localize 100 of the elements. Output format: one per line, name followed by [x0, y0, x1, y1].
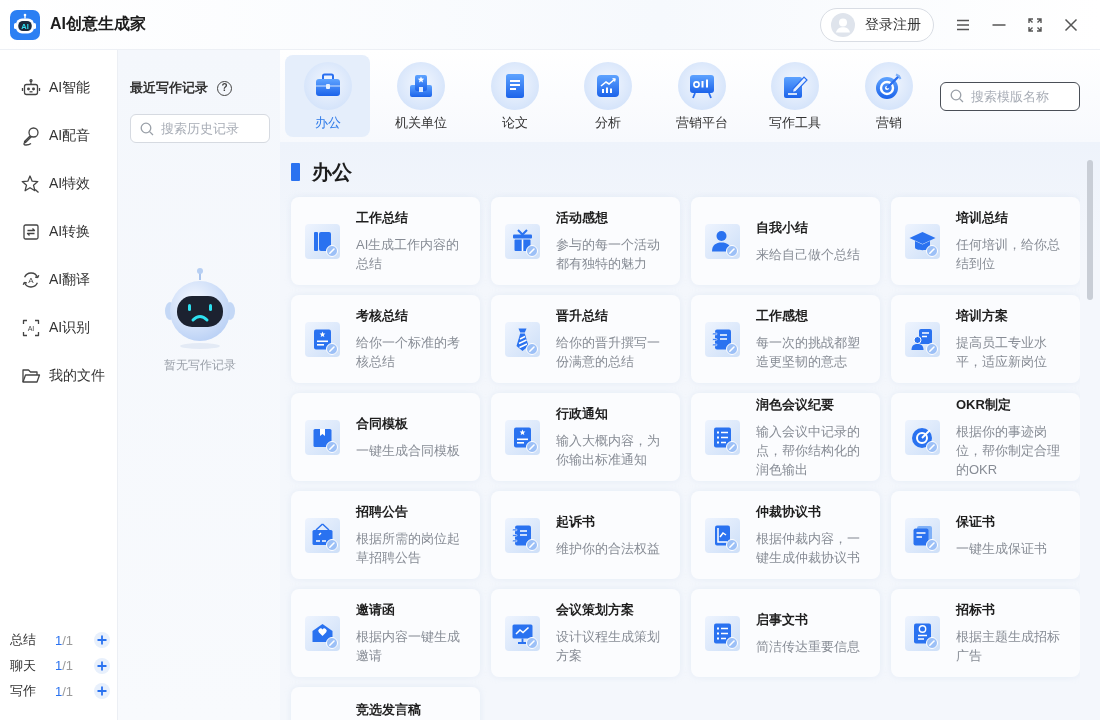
- template-title: 启事文书: [756, 610, 809, 629]
- template-card[interactable]: 会议策划方案 设计议程生成策划方案: [491, 589, 680, 677]
- category-tab[interactable]: 营销: [846, 55, 931, 137]
- template-card[interactable]: 考核总结 给你一个标准的考核总结: [291, 295, 480, 383]
- category-tab[interactable]: 营销平台: [659, 55, 744, 137]
- template-search-field[interactable]: 搜索模版名称: [940, 81, 1080, 111]
- template-card[interactable]: 润色会议纪要 输入会议中记录的点，帮你结构化的润色输出: [691, 393, 880, 481]
- template-title: 工作总结: [356, 209, 409, 227]
- notebook-icon: [705, 321, 740, 357]
- template-card[interactable]: 招聘公告 根据所需的岗位起草招聘公告: [291, 491, 480, 579]
- template-description: 一键生成合同模板: [356, 441, 461, 460]
- nav-item[interactable]: AI配音: [0, 112, 117, 160]
- template-card[interactable]: 自我小结 来给自己做个总结: [691, 197, 880, 285]
- swap-icon: [21, 222, 41, 242]
- document-icon: [905, 517, 940, 553]
- category-tab[interactable]: 机关单位: [378, 55, 464, 137]
- template-card[interactable]: 活动感想 参与的每一个活动都有独特的魅力: [491, 197, 680, 285]
- bookmark-document-icon: [305, 419, 340, 455]
- template-description: 提高员工专业水平，适应新岗位: [956, 334, 1048, 371]
- template-title: 邀请函: [356, 601, 396, 619]
- folder-icon: [21, 366, 41, 386]
- target-icon: [864, 62, 913, 110]
- template-card[interactable]: 工作感想 每一次的挑战都塑造更坚韧的意志: [691, 295, 880, 383]
- template-description: 每一次的挑战都塑造更坚韧的意志: [756, 334, 861, 371]
- template-description: 输入会议中记录的点，帮你结构化的润色输出: [756, 422, 861, 479]
- section-marker: [291, 163, 300, 181]
- template-card[interactable]: 行政通知 输入大概内容，为你输出标准通知: [491, 393, 680, 481]
- document-icon: [490, 62, 539, 110]
- template-card[interactable]: 起诉书 维护你的合法权益: [491, 491, 680, 579]
- close-icon[interactable]: [1064, 17, 1078, 32]
- gift-icon: [505, 223, 540, 259]
- plus-icon[interactable]: [94, 632, 110, 649]
- menu-icon[interactable]: [956, 17, 970, 32]
- quota-count: 1/1: [55, 683, 75, 699]
- template-description: 一键生成保证书: [956, 539, 1048, 558]
- nav-item[interactable]: AI转换: [0, 208, 117, 256]
- template-title: 合同模板: [356, 414, 409, 433]
- quota-count: 1/1: [55, 632, 75, 648]
- signboard-icon: [305, 517, 340, 553]
- template-title: 招标书: [956, 601, 996, 619]
- template-title: 保证书: [956, 512, 996, 531]
- sparkle-icon: [21, 174, 41, 194]
- template-description: 根据内容一键生成邀请: [356, 628, 461, 665]
- login-button[interactable]: 登录注册: [820, 7, 934, 42]
- plus-icon[interactable]: [94, 657, 110, 674]
- history-search-field[interactable]: 搜索历史记录: [130, 114, 270, 143]
- template-description: 任何培训，给你总结到位: [956, 236, 1061, 273]
- category-tab[interactable]: 写作工具: [752, 55, 838, 137]
- template-card[interactable]: 工作总结 AI生成工作内容的总结: [291, 197, 480, 285]
- category-tab[interactable]: 论文: [472, 55, 557, 137]
- book-icon: [305, 223, 340, 259]
- template-description: 根据你的事迹岗位，帮你制定合理的OKR: [956, 422, 1061, 479]
- template-card[interactable]: 合同模板 一键生成合同模板: [291, 393, 480, 481]
- template-card[interactable]: 保证书 一键生成保证书: [891, 491, 1080, 579]
- template-card[interactable]: 仲裁协议书 根据仲裁内容，一键生成仲裁协议书: [691, 491, 880, 579]
- person-document-icon: [905, 321, 940, 357]
- template-description: 输入大概内容，为你输出标准通知: [556, 432, 661, 469]
- plus-icon[interactable]: [94, 683, 110, 700]
- list-document-icon: [705, 615, 740, 651]
- quota-count: 1/1: [55, 658, 75, 674]
- template-description: 给你的晋升撰写一份满意的总结: [556, 334, 661, 371]
- template-title: 培训总结: [956, 209, 1009, 227]
- template-title: 润色会议纪要: [756, 395, 835, 414]
- fullscreen-icon[interactable]: [1028, 17, 1042, 32]
- notebook-icon: [505, 517, 540, 553]
- app-title: AI创意生成家: [50, 14, 146, 34]
- nav-item[interactable]: 我的文件: [0, 352, 117, 400]
- nav-item[interactable]: AI特效: [0, 160, 117, 208]
- template-card[interactable]: 启事文书 简洁传达重要信息: [691, 589, 880, 677]
- template-description: 根据所需的岗位起草招聘公告: [356, 530, 461, 567]
- template-card[interactable]: OKR制定 根据你的事迹岗位，帮你制定合理的OKR: [891, 393, 1080, 481]
- template-card[interactable]: 培训方案 提高员工专业水平，适应新岗位: [891, 295, 1080, 383]
- section-heading: 办公: [312, 159, 352, 185]
- template-title: OKR制定: [956, 395, 1012, 414]
- template-title: 仲裁协议书: [756, 503, 822, 521]
- template-description: AI生成工作内容的总结: [356, 236, 461, 273]
- category-tab[interactable]: 办公: [285, 55, 370, 137]
- template-card[interactable]: 邀请函 根据内容一键生成邀请: [291, 589, 480, 677]
- category-tab[interactable]: 分析: [565, 55, 651, 137]
- chart-document-icon: [705, 517, 740, 553]
- template-title: 工作感想: [756, 307, 809, 325]
- scrollbar-thumb[interactable]: [1087, 160, 1093, 300]
- template-description: 根据仲裁内容，一键生成仲裁协议书: [756, 530, 861, 567]
- chart-board-icon: [505, 615, 540, 651]
- template-card[interactable]: 招标书 根据主题生成招标广告: [891, 589, 1080, 677]
- nav-item[interactable]: AI智能: [0, 64, 117, 112]
- nav-item[interactable]: A AI翻译: [0, 256, 117, 304]
- template-card[interactable]: 培训总结 任何培训，给你总结到位: [891, 197, 1080, 285]
- template-description: 来给自己做个总结: [756, 245, 861, 264]
- person-icon: [705, 223, 740, 259]
- template-card[interactable]: 竞选发言稿: [291, 687, 480, 720]
- template-title: 晋升总结: [556, 307, 609, 325]
- template-title: 行政通知: [556, 405, 609, 423]
- history-title: 最近写作记录: [130, 79, 208, 97]
- template-title: 起诉书: [556, 512, 596, 531]
- empty-state-text: 暂无写作记录: [164, 357, 236, 374]
- pen-paper-icon: [771, 62, 819, 110]
- presentation-board-icon: [677, 62, 726, 110]
- chart-icon: [584, 62, 632, 110]
- template-card[interactable]: 晋升总结 给你的晋升撰写一份满意的总结: [491, 295, 680, 383]
